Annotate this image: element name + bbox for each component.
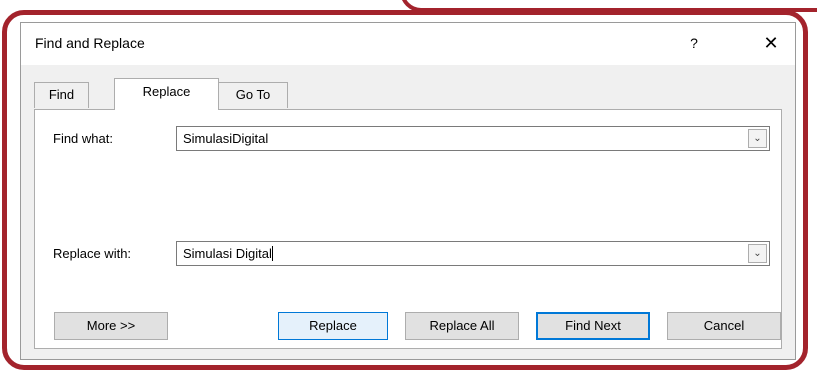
tab-goto[interactable]: Go To [218, 82, 288, 108]
close-button[interactable]: ✕ [756, 29, 786, 57]
replace-all-button[interactable]: Replace All [405, 312, 519, 340]
replace-button[interactable]: Replace [278, 312, 388, 340]
chevron-down-icon[interactable]: ⌄ [748, 129, 767, 148]
cancel-button[interactable]: Cancel [667, 312, 781, 340]
help-button[interactable]: ? [679, 29, 709, 57]
more-button[interactable]: More >> [54, 312, 168, 340]
replace-with-combobox[interactable]: Simulasi Digital ⌄ [176, 241, 770, 266]
tab-label: Find [48, 87, 75, 102]
tab-find[interactable]: Find [34, 82, 89, 108]
find-replace-dialog: Find and Replace ? ✕ Find Replace Go To … [20, 22, 796, 360]
replace-with-label: Replace with: [53, 246, 132, 261]
find-what-input[interactable]: SimulasiDigital [183, 131, 268, 146]
text-caret [271, 246, 273, 261]
tab-replace[interactable]: Replace [114, 78, 219, 110]
replace-with-value: Simulasi Digital [183, 246, 272, 261]
tab-label: Replace [142, 84, 191, 99]
find-next-button[interactable]: Find Next [536, 312, 650, 340]
title-bar: Find and Replace ? ✕ [21, 23, 795, 65]
dialog-title: Find and Replace [35, 35, 145, 51]
find-what-label: Find what: [53, 131, 113, 146]
chevron-down-icon[interactable]: ⌄ [748, 244, 767, 263]
tab-label: Go To [235, 87, 271, 102]
find-what-combobox[interactable]: SimulasiDigital ⌄ [176, 126, 770, 151]
replace-with-input[interactable]: Simulasi Digital [183, 246, 273, 261]
